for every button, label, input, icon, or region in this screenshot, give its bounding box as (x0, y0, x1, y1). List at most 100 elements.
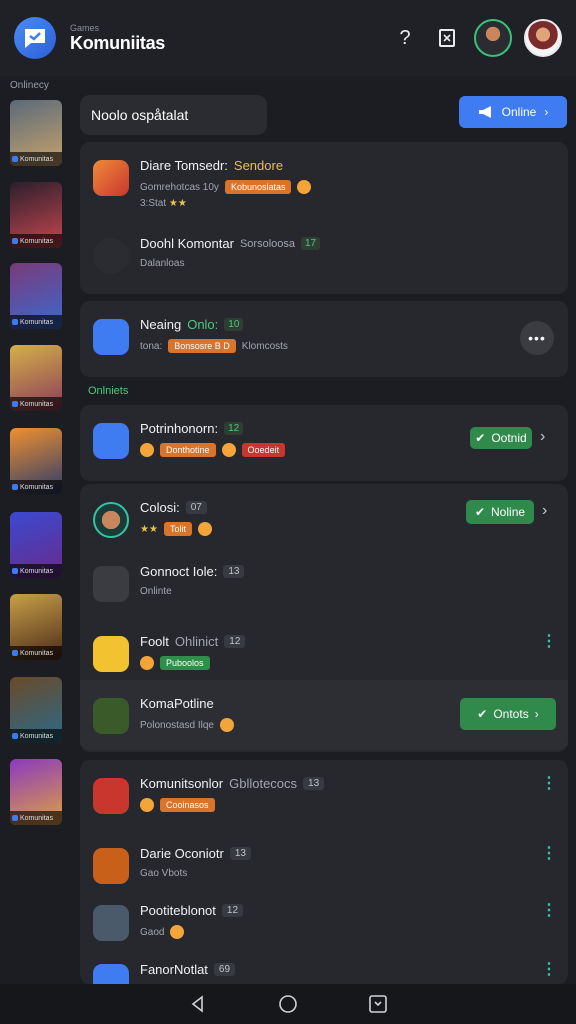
row-count: 10 (224, 318, 244, 331)
community-card: Komunitsonlor Gbllotecocs 13 Cooinasos ⋮ D… (80, 760, 568, 984)
row-badge: Ohlinict (174, 634, 219, 649)
chevron-right-icon[interactable]: › (540, 428, 545, 446)
emoji-icon (140, 656, 154, 670)
top-icons: ? (390, 19, 562, 57)
sidebar-game-thumbnail[interactable]: Komunitas (10, 182, 62, 248)
sidebar-game-thumbnail[interactable]: Komunitas (10, 594, 62, 660)
row-title: Doohl Komontar (140, 236, 234, 251)
row-pill-2: Ooedeit (241, 443, 286, 457)
game-icon (93, 319, 129, 355)
help-icon[interactable]: ? (390, 23, 420, 53)
list-item[interactable]: Gonnoct Iole: 13 Onlinte (80, 548, 568, 626)
list-item[interactable]: KomaPotline Polonostasd Ilqe ✔ Ontots › (80, 680, 568, 750)
platform-icon (12, 733, 18, 739)
online-button-label: Online (501, 105, 537, 119)
row-title: Diare Tomsedr: (140, 158, 228, 173)
more-options-button[interactable]: ••• (520, 321, 554, 355)
status-badge[interactable]: ✔ Ootnid (470, 427, 532, 449)
drag-handle-icon[interactable]: ⋮ (541, 846, 557, 862)
row-count: 13 (223, 565, 245, 578)
row-count: 12 (221, 904, 244, 917)
friend-avatar[interactable] (524, 19, 562, 57)
drag-handle-icon[interactable]: ⋮ (541, 962, 557, 978)
platform-icon (12, 815, 18, 821)
game-icon (93, 778, 129, 814)
game-icon (93, 636, 129, 672)
row-pill: Tolit (163, 522, 192, 536)
sidebar: Onlinecy Komunitas Komunitas Komunitas Komu… (0, 76, 74, 984)
bookmark-icon[interactable] (432, 23, 462, 53)
thumbnail-caption: Komunitas (20, 649, 54, 657)
chat-check-icon (25, 29, 45, 48)
thumbnail-caption: Komunitas (20, 732, 54, 740)
row-pill: Donthotine (160, 443, 216, 457)
emoji-icon (140, 798, 154, 812)
sidebar-game-thumbnail[interactable]: Komunitas (10, 677, 62, 743)
emoji-icon (170, 925, 185, 939)
search-input[interactable]: Noolo ospåtalat (80, 95, 267, 135)
sidebar-game-thumbnail[interactable]: Komunitas (10, 263, 62, 329)
game-icon (93, 848, 129, 884)
more-icon[interactable]: ⋮ (541, 776, 557, 792)
brand-title: Komuniitas (70, 32, 166, 53)
sidebar-game-thumbnail[interactable]: Komunitas (10, 759, 62, 825)
row-subtitle-tail: Klomcosts (241, 340, 288, 352)
row-count: 13 (229, 847, 251, 860)
user-avatar[interactable] (474, 19, 512, 57)
status-button[interactable]: ✔ Ontots › (460, 698, 556, 730)
check-icon: ✔ (477, 707, 488, 721)
sidebar-game-thumbnail[interactable]: Komunitas (10, 100, 62, 166)
brand-subtitle: Games (70, 22, 100, 33)
brand: Games Komuniitas (70, 23, 165, 54)
row-count: 12 (224, 422, 244, 435)
list-item[interactable]: FanorNotlat 69 ⋮ (80, 946, 568, 984)
emoji-icon (297, 180, 312, 194)
platform-icon (12, 568, 18, 574)
row-pill: Puboolos (160, 656, 210, 670)
list-item[interactable]: Diare Tomsedr: Sendore Gomrehotcas 10y Kob… (80, 142, 568, 220)
list-item[interactable]: Komunitsonlor Gbllotecocs 13 Cooinasos ⋮ (80, 760, 568, 838)
row-count: 13 (303, 777, 325, 790)
row-title: Neaing (140, 317, 182, 332)
back-icon[interactable] (183, 989, 213, 1019)
sidebar-game-thumbnail[interactable]: Komunitas (10, 512, 62, 578)
chevron-right-icon: › (544, 105, 549, 119)
row-badge: Onlo: (187, 317, 219, 332)
recents-icon[interactable] (363, 989, 393, 1019)
online-button[interactable]: Online › (459, 96, 567, 128)
thumbnail-caption: Komunitas (20, 400, 54, 408)
sidebar-game-thumbnail[interactable]: Komunitas (10, 428, 62, 494)
game-icon (93, 238, 129, 274)
megaphone-icon (478, 106, 491, 118)
app-logo[interactable] (14, 17, 56, 59)
list-item[interactable]: Neaing Onlo: 10 tona: Bonsosre B D Klomcosts (80, 301, 568, 379)
emoji-icon (221, 443, 236, 457)
drag-handle-icon[interactable]: ⋮ (541, 903, 557, 919)
platform-icon (12, 156, 18, 162)
home-icon[interactable] (273, 989, 303, 1019)
row-subtitle: Polonostasd Ilqe (140, 719, 214, 731)
section-label: Onlniets (88, 385, 129, 397)
status-badge[interactable]: ✔ Noline (466, 500, 534, 524)
check-icon: ✔ (475, 431, 486, 445)
platform-icon (12, 401, 18, 407)
row-pill: Cooinasos (160, 798, 215, 812)
sidebar-label: Onlinecy (10, 80, 49, 91)
list-item[interactable]: Potrinhonorn: 12 Donthotine Ooedeit ✔ Ootni… (80, 405, 568, 483)
sidebar-game-thumbnail[interactable]: Komunitas (10, 345, 62, 411)
thumbnail-caption: Komunitas (20, 318, 54, 326)
platform-icon (12, 319, 18, 325)
drag-handle-icon[interactable]: ⋮ (541, 634, 557, 650)
game-icon (93, 698, 129, 734)
list-item[interactable]: Doohl Komontar Sorsoloosa 17 Dalanloas (80, 220, 568, 298)
row-title: Potrinhonorn: (140, 421, 219, 436)
emoji-icon (219, 718, 234, 732)
thumbnail-caption: Komunitas (20, 814, 54, 822)
row-subtitle: Onlinte (140, 586, 172, 597)
check-icon: ✔ (474, 505, 486, 519)
game-icon (93, 964, 129, 984)
chevron-right-icon[interactable]: › (542, 502, 547, 520)
row-subtitle-2: 3:Stat ★★ (140, 198, 187, 209)
thumbnail-caption: Komunitas (20, 155, 54, 163)
platform-icon (12, 484, 18, 490)
